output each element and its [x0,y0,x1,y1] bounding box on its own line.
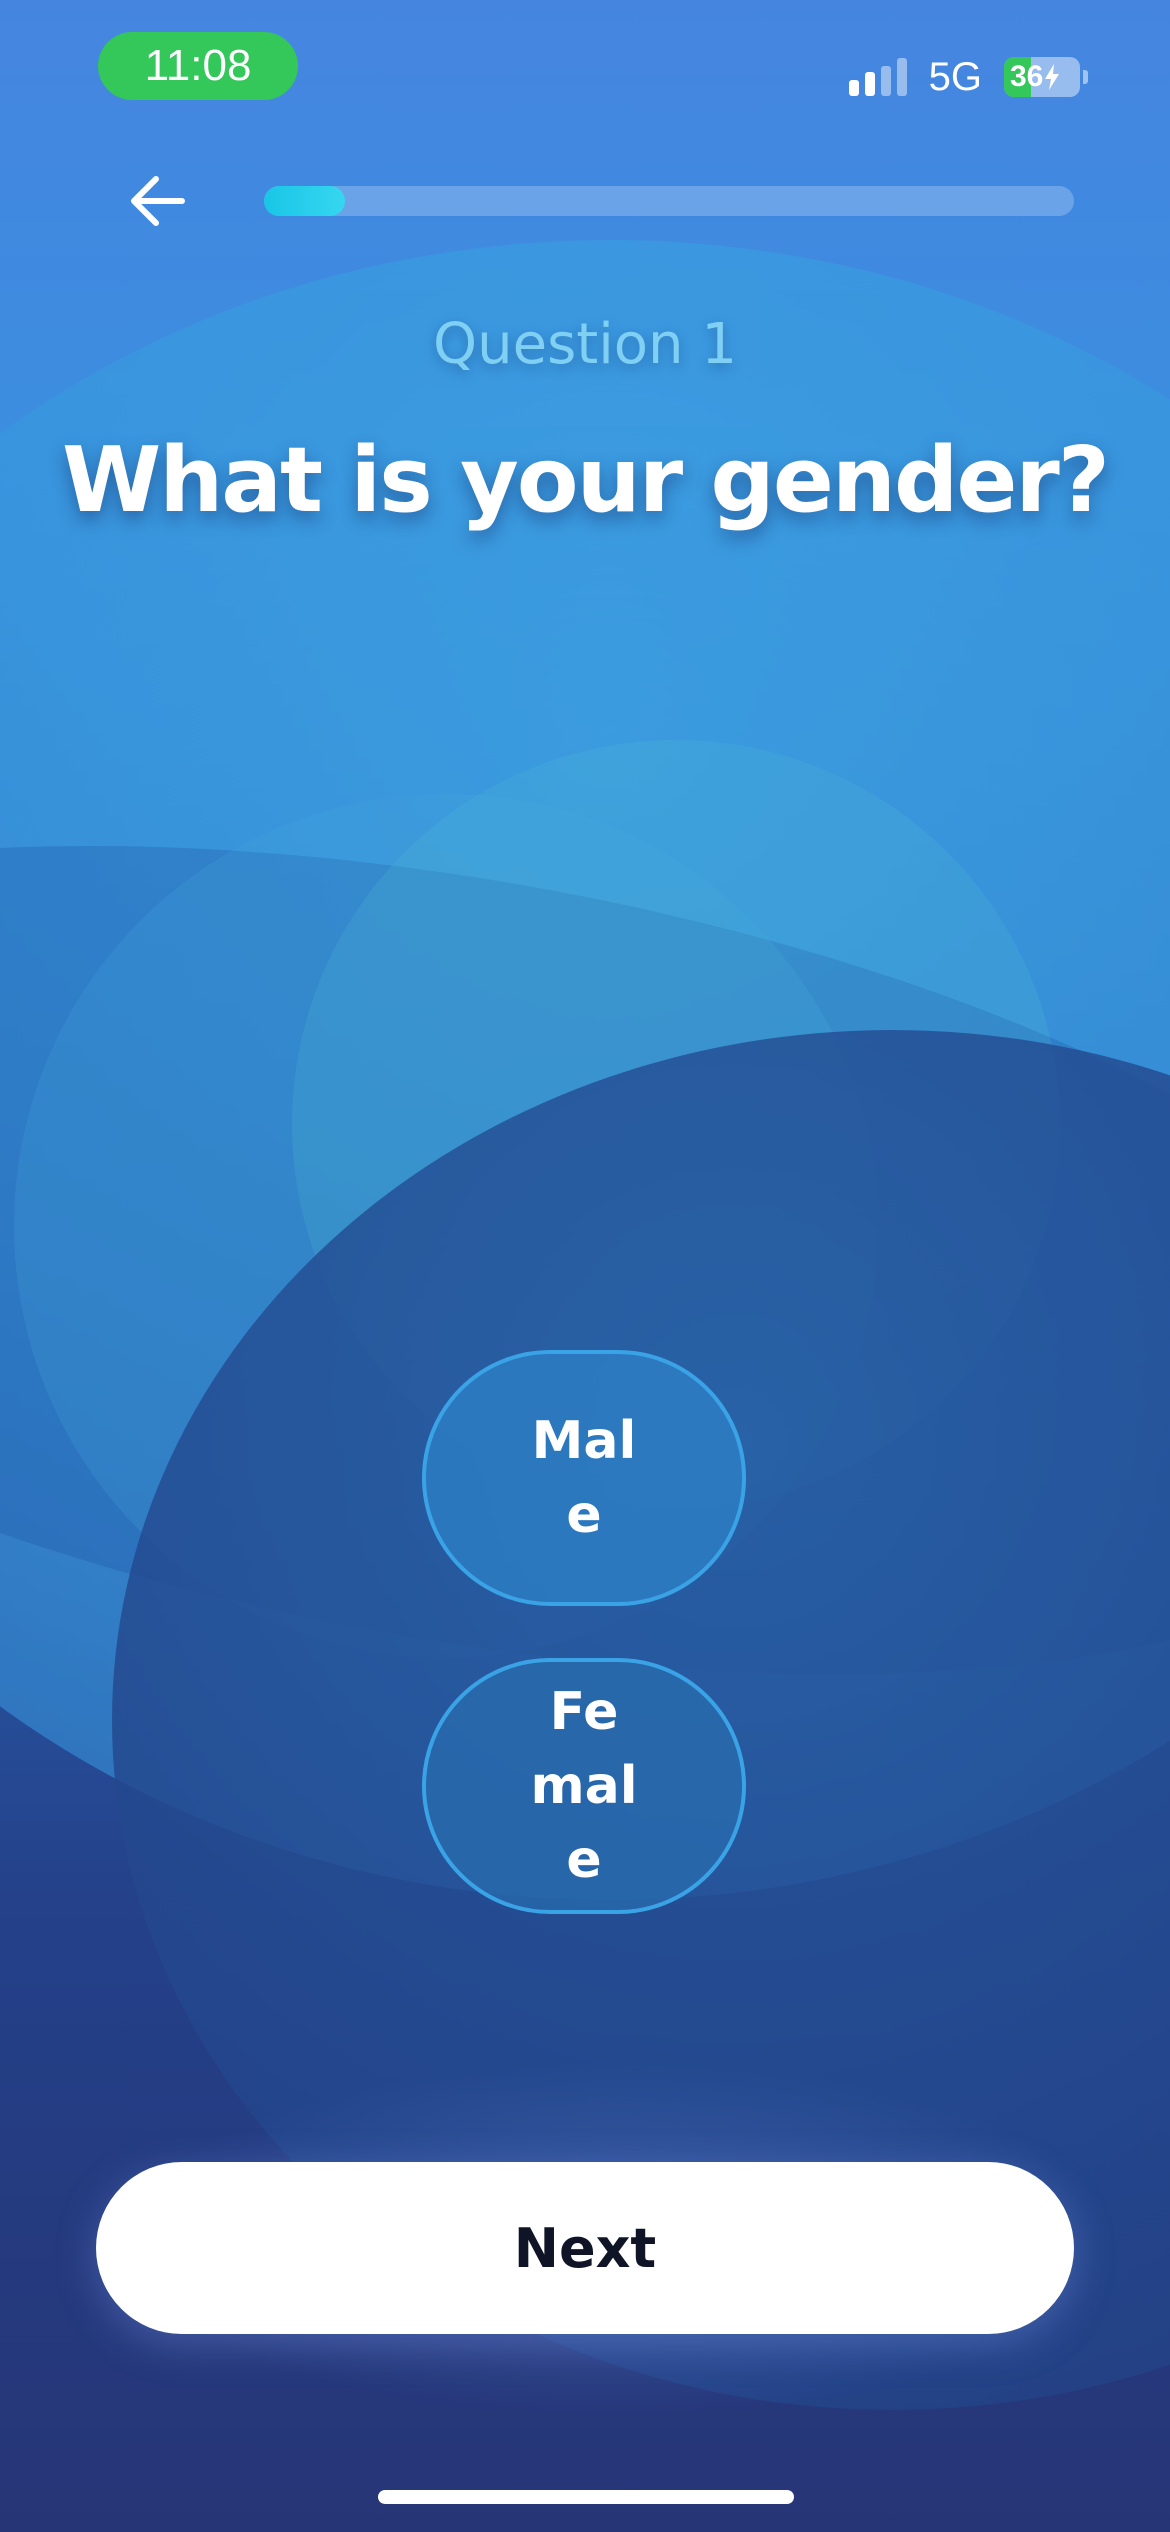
quiz-screen: 11:08 5G 36 Question 1 What is your gend… [0,0,1170,2532]
question-title: What is your gender? [61,428,1110,533]
option-male-button[interactable]: Male [422,1350,746,1606]
battery-percent: 36 [1010,60,1044,93]
background-ellipse-wide [0,708,1170,1812]
back-button[interactable] [118,166,198,236]
status-indicators: 5G 36 [848,52,1088,102]
battery-icon: 36 [1004,57,1080,97]
arrow-left-icon [131,176,185,226]
battery-cap [1083,70,1088,84]
option-label: Female [530,1682,638,1890]
status-time: 11:08 [98,32,298,100]
charging-bolt-icon [1045,64,1060,90]
home-indicator[interactable] [378,2490,794,2504]
quiz-progress-fill [264,186,345,216]
network-type: 5G [928,54,982,99]
quiz-progress-bar [264,186,1074,216]
question-number: Question 1 [433,312,737,377]
cellular-signal-icon [848,58,907,96]
next-button-label: Next [513,2216,657,2280]
option-female-button[interactable]: Female [422,1658,746,1914]
status-time-label: 11:08 [144,41,252,90]
option-label: Male [531,1411,637,1545]
next-button[interactable]: Next [96,2162,1074,2334]
